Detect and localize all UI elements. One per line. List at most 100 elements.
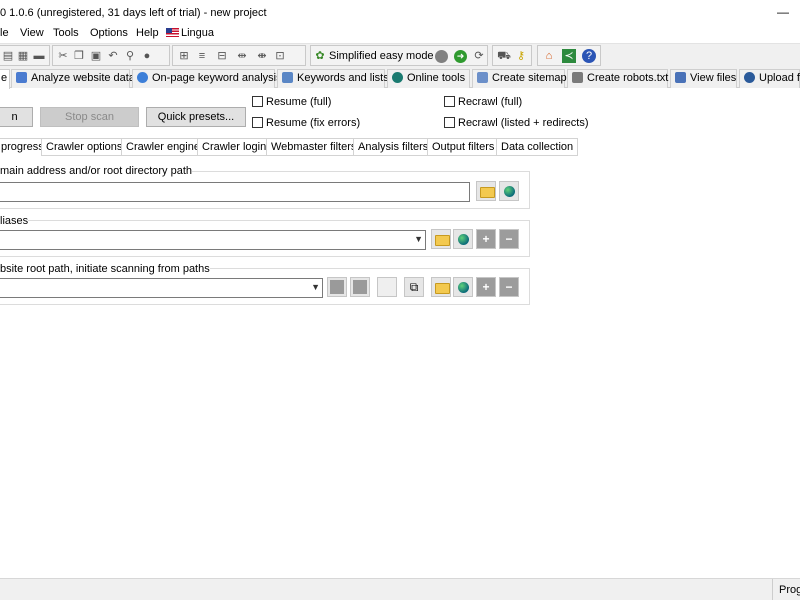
main-tab-strip: e Analyze website data On-page keyword a… [0,67,800,89]
tree-expand-icon[interactable]: ≡ [195,49,209,63]
domain-group-label: main address and/or root directory path [0,165,192,177]
find-icon[interactable]: ⚲ [123,49,137,63]
checkbox-label: Recrawl (full) [458,96,523,108]
tab-create-sitemap[interactable]: Create sitemap [472,69,567,88]
tree-icon[interactable]: ⊞ [177,49,191,63]
checkbox-box[interactable] [252,96,263,107]
minimize-button[interactable]: — [776,6,790,20]
us-flag-icon [166,28,179,37]
tree-collapse-icon[interactable]: ⊟ [215,49,229,63]
grey-square-icon[interactable] [327,277,347,297]
menu-options[interactable]: Options [90,27,128,39]
globe-icon[interactable] [453,277,473,297]
plus-icon[interactable]: + [476,229,496,249]
checkbox-label: Resume (full) [266,96,332,108]
upload-icon [744,72,755,83]
folder-icon[interactable] [431,229,451,249]
toolbar-web-group: ⌂ ≺ ? [537,45,601,66]
menu-view[interactable]: View [20,27,44,39]
toolbar-file-group: ▤ ▦ ▬ [0,45,50,66]
subtab-webmaster-filters[interactable]: Webmaster filters [266,138,362,156]
tab-keywords-label: Keywords and lists [297,72,389,84]
blank-icon[interactable] [377,277,397,297]
undo-icon[interactable]: ↶ [106,49,120,63]
folder-icon[interactable] [431,277,451,297]
tab-view-files[interactable]: View files [670,69,737,88]
status-bar: Prog [0,578,800,600]
import-icon[interactable]: ⧉ [404,277,424,297]
menu-help[interactable]: Help [136,27,159,39]
minus-icon[interactable]: − [499,277,519,297]
stop-scan-button[interactable]: Stop scan [40,107,139,127]
grey-square-icon[interactable] [350,277,370,297]
aliases-group-label: liases [0,215,29,227]
tree-lines-icon[interactable]: ⇹ [235,49,249,63]
globe-icon[interactable] [453,229,473,249]
tab-keywords-and-lists[interactable]: Keywords and lists [277,69,389,88]
help-icon[interactable]: ? [582,49,596,63]
tab-online-tools-label: Online tools [407,72,466,84]
print-icon[interactable]: ▬ [32,49,46,63]
chevron-down-icon[interactable]: ▼ [311,282,320,292]
recrawl-listed-checkbox[interactable]: Recrawl (listed + redirects) [444,117,589,129]
subtab-crawler-engine[interactable]: Crawler engine [121,138,205,156]
chevron-down-icon[interactable]: ▼ [414,234,423,244]
paste-icon[interactable]: ▣ [89,49,103,63]
resume-full-checkbox[interactable]: Resume (full) [252,96,331,108]
tab-on-page-keyword-analysis[interactable]: On-page keyword analysis [132,69,282,88]
go-icon[interactable]: ➜ [454,50,467,63]
share-icon[interactable]: ≺ [562,49,576,63]
key-icon[interactable]: ⚷ [514,49,528,63]
checkbox-box[interactable] [252,117,263,128]
aliases-combo[interactable]: ▼ [0,230,426,250]
cart-icon[interactable]: ⛟ [497,49,511,63]
filter-icon [572,72,583,83]
folder-icon[interactable] [476,181,496,201]
analyze-icon [16,72,27,83]
tab-upload-files[interactable]: Upload fi [739,69,800,88]
tab-analyze-website-data[interactable]: Analyze website data [11,69,135,88]
menu-tools[interactable]: Tools [53,27,79,39]
subtab-data-collection[interactable]: Data collection [496,138,579,156]
simplified-mode-button[interactable]: Simplified easy mode [329,50,434,62]
tab-online-tools[interactable]: Online tools [387,69,470,88]
tab-scan[interactable]: e [0,69,10,89]
save-icon[interactable]: ▦ [16,49,30,63]
tab-scan-label: e [1,72,8,84]
tree-move-icon[interactable]: ⇼ [255,49,269,63]
menu-file[interactable]: le [0,27,9,39]
home-icon[interactable]: ⌂ [542,49,556,63]
comment-icon[interactable]: ● [140,49,154,63]
globe-icon[interactable] [499,181,519,201]
checkbox-box[interactable] [444,117,455,128]
start-scan-button[interactable]: n [0,107,33,127]
crawler-sub-tabs: progress Crawler options Crawler engine … [0,138,800,157]
open-icon[interactable]: ▤ [1,49,15,63]
status-progress: Prog [772,579,800,600]
recrawl-full-checkbox[interactable]: Recrawl (full) [444,96,522,108]
minus-icon[interactable]: − [499,229,519,249]
tree-collapse-all-icon[interactable]: ⊡ [273,49,287,63]
quick-presets-button[interactable]: Quick presets... [146,107,246,127]
subtab-crawler-options[interactable]: Crawler options [41,138,128,156]
tab-sitemap-label: Create sitemap [492,72,567,84]
menu-language[interactable]: Lingua [166,27,214,39]
root-paths-combo[interactable]: ▼ [0,278,323,298]
checkbox-label: Recrawl (listed + redirects) [458,117,589,129]
tab-robots-label: Create robots.txt [587,72,669,84]
cut-icon[interactable]: ✂ [56,49,70,63]
copy-icon[interactable]: ❐ [72,49,86,63]
subtab-crawler-login[interactable]: Crawler login [197,138,272,156]
menu-bar: le View Tools Options Help Lingua [0,25,800,43]
list-icon [282,72,293,83]
subtab-analysis-filters[interactable]: Analysis filters [353,138,434,156]
toolbar: ▤ ▦ ▬ ✂ ❐ ▣ ↶ ⚲ ● ⊞ ≡ ⊟ ⇹ ⇼ ⊡ ✿ Simplifi… [0,43,800,67]
plus-icon[interactable]: + [476,277,496,297]
stop-icon[interactable] [435,50,448,63]
checkbox-box[interactable] [444,96,455,107]
subtab-output-filters[interactable]: Output filters [427,138,500,156]
domain-input[interactable] [0,182,470,202]
tab-create-robots[interactable]: Create robots.txt [567,69,668,88]
refresh-icon[interactable]: ⟳ [472,49,486,63]
resume-fix-errors-checkbox[interactable]: Resume (fix errors) [252,117,360,129]
